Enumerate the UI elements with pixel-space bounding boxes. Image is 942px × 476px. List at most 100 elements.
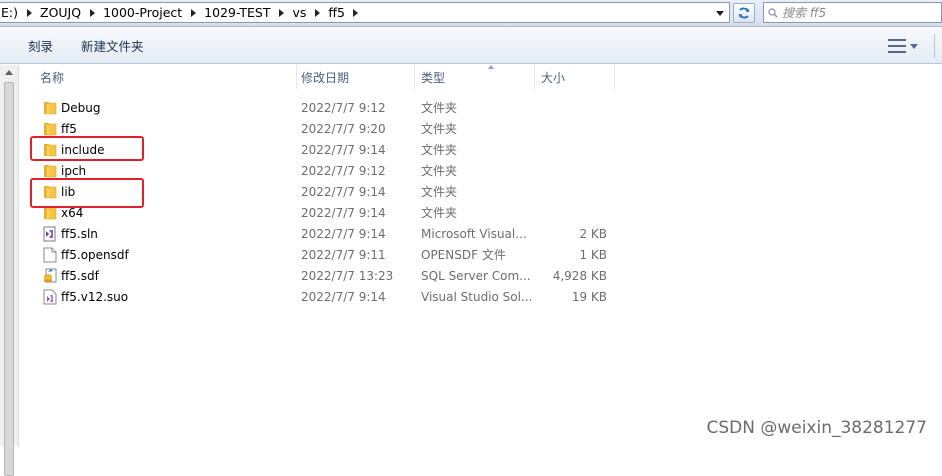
breadcrumb-label: 1000-Project bbox=[99, 5, 186, 20]
column-divider[interactable] bbox=[414, 65, 415, 89]
refresh-button[interactable] bbox=[733, 3, 755, 23]
folder-icon bbox=[42, 97, 58, 118]
file-date: 2022/7/7 13:23 bbox=[301, 265, 416, 286]
file-size bbox=[535, 181, 607, 202]
column-divider[interactable] bbox=[534, 65, 535, 89]
list-item[interactable]: ff5.sln 2022/7/7 9:14 Microsoft Visual..… bbox=[20, 223, 942, 244]
list-item[interactable]: ff5.sdf 2022/7/7 13:23 SQL Server Com...… bbox=[20, 265, 942, 286]
view-controls bbox=[888, 28, 942, 64]
column-size[interactable]: 大小 bbox=[541, 65, 611, 89]
file-name: ff5.v12.suo bbox=[61, 286, 301, 307]
column-name[interactable]: 名称 bbox=[40, 65, 290, 89]
sort-arrow-icon bbox=[488, 65, 494, 69]
file-date: 2022/7/7 9:14 bbox=[301, 139, 416, 160]
chevron-right-icon[interactable] bbox=[85, 9, 99, 17]
command-toolbar: 刻录 新建文件夹 bbox=[0, 28, 942, 64]
breadcrumb-vs[interactable]: vs bbox=[288, 3, 324, 22]
column-type[interactable]: 类型 bbox=[421, 65, 531, 89]
file-size: 19 KB bbox=[535, 286, 607, 307]
file-type: Microsoft Visual... bbox=[421, 223, 537, 244]
view-mode-icon[interactable] bbox=[888, 39, 906, 53]
file-size: 1 KB bbox=[535, 244, 607, 265]
blank-file-icon bbox=[42, 244, 58, 265]
breadcrumb-label: ZOUJQ bbox=[36, 5, 85, 20]
breadcrumb-zoujq[interactable]: ZOUJQ bbox=[36, 3, 99, 22]
search-icon bbox=[764, 3, 782, 22]
file-date: 2022/7/7 9:14 bbox=[301, 286, 416, 307]
breadcrumb-label: E:) bbox=[0, 5, 22, 20]
breadcrumb-label: vs bbox=[288, 5, 310, 20]
list-item[interactable]: ff5.v12.suo 2022/7/7 9:14 Visual Studio … bbox=[20, 286, 942, 307]
vertical-scrollbar[interactable] bbox=[0, 65, 19, 446]
list-item[interactable]: ff5.opensdf 2022/7/7 9:11 OPENSDF 文件 1 K… bbox=[20, 244, 942, 265]
file-type: Visual Studio Sol... bbox=[421, 286, 537, 307]
file-name: ff5.sln bbox=[61, 223, 301, 244]
list-item[interactable]: include 2022/7/7 9:14 文件夹 bbox=[20, 139, 942, 160]
file-date: 2022/7/7 9:12 bbox=[301, 160, 416, 181]
list-item[interactable]: ff5 2022/7/7 9:20 文件夹 bbox=[20, 118, 942, 139]
list-item[interactable]: lib 2022/7/7 9:14 文件夹 bbox=[20, 181, 942, 202]
breadcrumb-1000-project[interactable]: 1000-Project bbox=[99, 3, 200, 22]
file-size: 4,928 KB bbox=[535, 265, 607, 286]
suo-file-icon bbox=[42, 286, 58, 307]
file-size: 2 KB bbox=[535, 223, 607, 244]
database-file-icon bbox=[42, 265, 58, 286]
column-date[interactable]: 修改日期 bbox=[301, 65, 411, 89]
scroll-up-icon[interactable] bbox=[5, 70, 13, 75]
highlight-box-lib bbox=[30, 178, 144, 208]
file-type: 文件夹 bbox=[421, 160, 537, 181]
search-input[interactable]: 搜索 ff5 bbox=[763, 2, 942, 23]
file-date: 2022/7/7 9:11 bbox=[301, 244, 416, 265]
file-date: 2022/7/7 9:14 bbox=[301, 223, 416, 244]
burn-button[interactable]: 刻录 bbox=[0, 28, 67, 63]
view-dropdown[interactable] bbox=[910, 44, 918, 49]
address-history-dropdown[interactable] bbox=[713, 7, 727, 19]
new-folder-button[interactable]: 新建文件夹 bbox=[67, 28, 158, 63]
highlight-box-include bbox=[30, 136, 144, 161]
file-size bbox=[535, 202, 607, 223]
chevron-right-icon[interactable] bbox=[349, 9, 363, 17]
refresh-icon bbox=[737, 6, 751, 20]
file-type: 文件夹 bbox=[421, 97, 537, 118]
chevron-right-icon[interactable] bbox=[22, 9, 36, 17]
chevron-right-icon[interactable] bbox=[310, 9, 324, 17]
toolbar-divider bbox=[934, 34, 942, 58]
file-name: Debug bbox=[61, 97, 301, 118]
list-item[interactable]: ipch 2022/7/7 9:12 文件夹 bbox=[20, 160, 942, 181]
chevron-down-icon bbox=[910, 44, 918, 49]
file-date: 2022/7/7 9:14 bbox=[301, 181, 416, 202]
file-list: Debug 2022/7/7 9:12 文件夹 ff5 2022/7/7 9:2… bbox=[20, 97, 942, 307]
file-type: 文件夹 bbox=[421, 118, 537, 139]
file-name: ff5.sdf bbox=[61, 265, 301, 286]
file-type: SQL Server Com... bbox=[421, 265, 537, 286]
file-size bbox=[535, 118, 607, 139]
address-bar[interactable]: E:) ZOUJQ 1000-Project 1029-TEST vs ff5 bbox=[0, 2, 730, 23]
list-item[interactable]: x64 2022/7/7 9:14 文件夹 bbox=[20, 202, 942, 223]
file-type: 文件夹 bbox=[421, 202, 537, 223]
file-type: 文件夹 bbox=[421, 139, 537, 160]
file-type: 文件夹 bbox=[421, 181, 537, 202]
chevron-right-icon[interactable] bbox=[274, 9, 288, 17]
scrollbar-thumb[interactable] bbox=[4, 82, 14, 476]
chevron-right-icon[interactable] bbox=[186, 9, 200, 17]
address-bar-area: E:) ZOUJQ 1000-Project 1029-TEST vs ff5 bbox=[0, 0, 942, 27]
breadcrumb-1029-test[interactable]: 1029-TEST bbox=[200, 3, 288, 22]
column-divider[interactable] bbox=[614, 65, 615, 89]
column-divider[interactable] bbox=[296, 65, 297, 89]
file-type: OPENSDF 文件 bbox=[421, 244, 537, 265]
file-size bbox=[535, 139, 607, 160]
chevron-down-icon bbox=[716, 11, 724, 16]
file-size bbox=[535, 97, 607, 118]
breadcrumb-ff5[interactable]: ff5 bbox=[324, 3, 363, 22]
visual-studio-solution-icon bbox=[42, 223, 58, 244]
breadcrumb-label: 1029-TEST bbox=[200, 5, 274, 20]
search-placeholder: 搜索 ff5 bbox=[782, 4, 826, 21]
file-name: ff5.opensdf bbox=[61, 244, 301, 265]
watermark: CSDN @weixin_38281277 bbox=[706, 418, 927, 438]
breadcrumb-drive[interactable]: E:) bbox=[0, 3, 36, 22]
list-item[interactable]: Debug 2022/7/7 9:12 文件夹 bbox=[20, 97, 942, 118]
file-size bbox=[535, 160, 607, 181]
file-date: 2022/7/7 9:20 bbox=[301, 118, 416, 139]
breadcrumb-label: ff5 bbox=[324, 5, 349, 20]
file-date: 2022/7/7 9:14 bbox=[301, 202, 416, 223]
